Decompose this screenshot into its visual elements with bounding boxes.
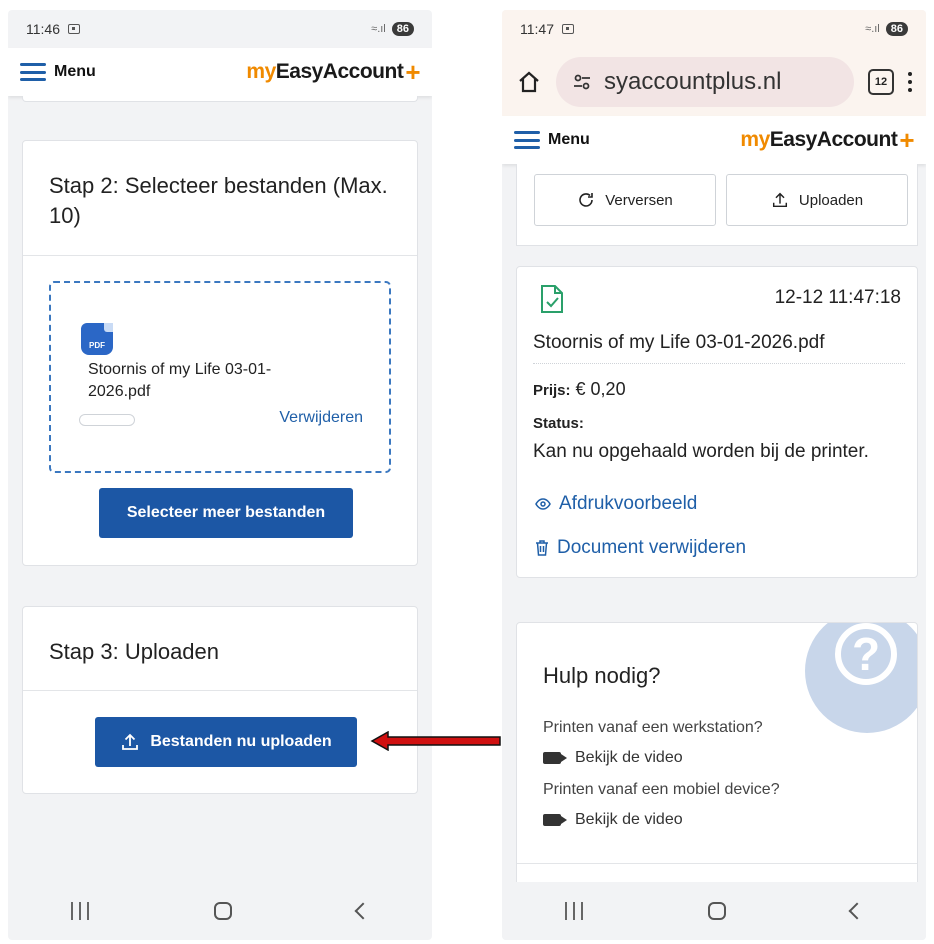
brand-logo[interactable]: my EasyAccount +	[246, 59, 420, 85]
battery-badge: 86	[391, 22, 414, 36]
refresh-icon	[579, 193, 594, 207]
divider	[517, 863, 917, 864]
back-icon[interactable]	[354, 902, 372, 920]
screenshot-icon	[68, 24, 80, 34]
hamburger-icon	[514, 131, 540, 149]
status-bar: 11:47 ≈.ıl 86	[502, 10, 926, 48]
video-camera-icon	[543, 752, 567, 764]
step2-title: Stap 2: Selecteer bestanden (Max. 10)	[23, 141, 417, 256]
more-options-icon[interactable]	[908, 72, 912, 92]
trash-icon	[536, 540, 548, 556]
pdf-file-icon: PDF	[81, 323, 113, 355]
previous-card-edge	[22, 96, 418, 102]
system-navigation-bar	[502, 882, 926, 940]
top-navbar: Menu my EasyAccount +	[502, 116, 926, 164]
home-icon[interactable]	[707, 902, 726, 920]
signal-icon: ≈.ıl	[865, 23, 880, 35]
divider	[533, 363, 905, 364]
status-label: Status:	[533, 415, 584, 432]
document-card: 12-12 11:47:18 Stoornis of my Life 03-01…	[516, 266, 918, 578]
signal-icon: ≈.ıl	[371, 23, 386, 35]
remove-file-link[interactable]: Verwijderen	[279, 409, 363, 427]
brand-logo[interactable]: my EasyAccount +	[740, 127, 914, 153]
help-question-mobile: Printen vanaf een mobiel device?	[543, 781, 780, 798]
selected-file-name: Stoornis of my Life 03-01-2026.pdf	[88, 361, 272, 401]
url-field[interactable]: syaccountplus.nl	[556, 57, 854, 107]
file-dropzone[interactable]: PDF Stoornis of my Life 03-01-2026.pdf V…	[49, 281, 391, 473]
screenshot-icon	[562, 24, 574, 34]
menu-label: Menu	[548, 131, 590, 148]
help-title: Hulp nodig?	[543, 663, 661, 688]
refresh-button[interactable]: Verversen	[534, 174, 716, 226]
video-link-mobile[interactable]: Bekijk de video	[543, 811, 683, 829]
document-check-icon	[541, 285, 563, 313]
recent-apps-icon[interactable]	[564, 902, 583, 920]
document-timestamp: 12-12 11:47:18	[774, 287, 901, 308]
upload-icon	[772, 192, 787, 208]
step3-card: Stap 3: Uploaden Bestanden nu uploaden	[22, 606, 418, 794]
upload-files-now-button[interactable]: Bestanden nu uploaden	[95, 717, 357, 767]
browser-address-bar: syaccountplus.nl 12	[502, 48, 926, 116]
help-question-workstation: Printen vanaf een werkstation?	[543, 719, 763, 736]
eye-icon	[535, 498, 551, 510]
step3-title: Stap 3: Uploaden	[23, 607, 417, 691]
menu-button[interactable]: Menu	[514, 131, 590, 149]
right-phone-screen: 11:47 ≈.ıl 86 syaccountplus.nl 12 Menu m…	[502, 10, 926, 940]
status-value: Kan nu opgehaald worden bij de printer.	[533, 441, 869, 462]
clock: 11:46	[26, 21, 60, 37]
battery-badge: 86	[885, 22, 908, 36]
step2-card: Stap 2: Selecteer bestanden (Max. 10) PD…	[22, 140, 418, 566]
price-row: Prijs: € 0,20	[533, 379, 626, 399]
select-more-files-button[interactable]: Selecteer meer bestanden	[99, 488, 353, 538]
upload-progress-bar	[79, 414, 135, 426]
red-arrow-annotation	[370, 731, 501, 751]
top-navbar: Menu my EasyAccount +	[8, 48, 432, 96]
tab-switcher-button[interactable]: 12	[868, 69, 894, 95]
menu-label: Menu	[54, 63, 96, 80]
upload-icon	[122, 733, 139, 750]
video-camera-icon	[543, 814, 567, 826]
left-phone-screen: 11:46 ≈.ıl 86 Menu my EasyAccount + Stap 2…	[8, 10, 432, 940]
site-settings-icon	[574, 74, 590, 90]
recent-apps-icon[interactable]	[70, 902, 89, 920]
status-bar: 11:46 ≈.ıl 86	[8, 10, 432, 48]
upload-button[interactable]: Uploaden	[726, 174, 908, 226]
video-link-workstation[interactable]: Bekijk de video	[543, 749, 683, 767]
home-icon[interactable]	[213, 902, 232, 920]
help-question-icon: ?	[805, 623, 917, 733]
system-navigation-bar	[8, 882, 432, 940]
clock: 11:47	[520, 21, 554, 37]
home-icon[interactable]	[516, 69, 542, 95]
delete-document-link[interactable]: Document verwijderen	[535, 537, 746, 559]
hamburger-icon	[20, 63, 46, 81]
print-preview-link[interactable]: Afdrukvoorbeeld	[535, 493, 697, 515]
document-file-name: Stoornis of my Life 03-01-2026.pdf	[533, 332, 825, 353]
back-icon[interactable]	[848, 902, 866, 920]
menu-button[interactable]: Menu	[20, 63, 96, 81]
help-card: ? Hulp nodig? Printen vanaf een werkstat…	[516, 622, 918, 912]
